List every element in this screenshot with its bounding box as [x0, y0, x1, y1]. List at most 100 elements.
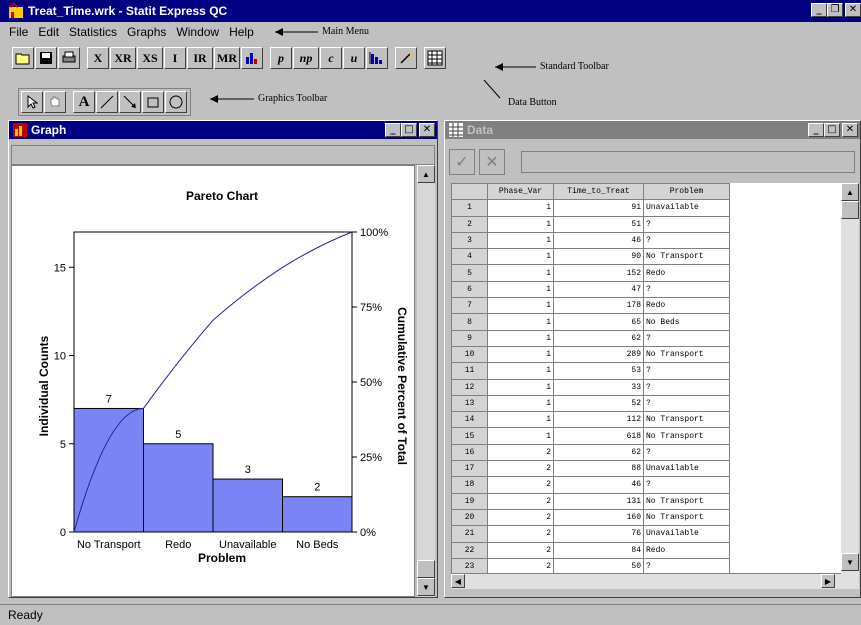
table-cell[interactable]: 46 [553, 476, 644, 494]
table-cell[interactable]: 51 [553, 215, 644, 233]
close-button[interactable]: ✕ [845, 3, 861, 17]
data-scroll-left-button[interactable]: ◀ [451, 574, 465, 588]
table-cell[interactable]: 1 [487, 345, 554, 364]
menu-graphs[interactable]: Graphs [122, 25, 171, 39]
table-cell[interactable]: Unavailable [643, 199, 730, 217]
accept-edit-button[interactable]: ✓ [449, 149, 475, 175]
c-chart-button[interactable]: c [320, 47, 342, 69]
table-cell[interactable]: 1 [487, 280, 554, 299]
histogram-button[interactable] [241, 47, 263, 69]
table-cell[interactable]: 1 [487, 297, 554, 315]
table-cell[interactable]: 131 [553, 492, 644, 510]
data-window-titlebar[interactable]: Data _ □ ✕ [445, 121, 860, 139]
data-scroll-up-button[interactable]: ▲ [841, 183, 859, 201]
table-cell[interactable]: 76 [553, 525, 644, 543]
scroll-thumb[interactable] [417, 560, 435, 578]
column-header[interactable]: Time_to_Treat [553, 183, 644, 201]
table-cell[interactable]: No Beds [643, 313, 730, 331]
table-cell[interactable]: Unavailable [643, 460, 730, 478]
table-cell[interactable]: 62 [553, 443, 644, 462]
graph-vertical-scrollbar[interactable]: ▲ ▼ [417, 165, 435, 597]
table-cell[interactable]: 1 [487, 264, 554, 282]
pareto-button[interactable] [366, 47, 388, 69]
table-cell[interactable]: 1 [487, 231, 554, 250]
table-cell[interactable]: 1 [487, 199, 554, 217]
data-scroll-down-button[interactable]: ▼ [841, 553, 859, 571]
table-cell[interactable]: 1 [487, 215, 554, 233]
open-button[interactable] [12, 47, 34, 69]
table-cell[interactable]: No Transport [643, 411, 730, 429]
table-cell[interactable]: 90 [553, 248, 644, 266]
data-horizontal-scrollbar[interactable]: ◀ ▶ [451, 573, 841, 589]
table-cell[interactable]: 65 [553, 313, 644, 331]
table-cell[interactable]: 1 [487, 248, 554, 266]
menu-window[interactable]: Window [171, 25, 224, 39]
table-cell[interactable]: 2 [487, 460, 554, 478]
data-minimize-button[interactable]: _ [808, 123, 824, 137]
table-cell[interactable]: 1 [487, 329, 554, 347]
table-cell[interactable]: 112 [553, 411, 644, 429]
table-cell[interactable]: 2 [487, 508, 554, 527]
graph-canvas[interactable]: Pareto Chart Problem Individual Counts C… [11, 165, 415, 597]
cancel-edit-button[interactable]: ✕ [479, 149, 505, 175]
graph-maximize-button[interactable]: □ [401, 123, 417, 137]
table-cell[interactable]: 618 [553, 427, 644, 445]
table-cell[interactable]: 2 [487, 476, 554, 494]
table-cell[interactable]: 88 [553, 460, 644, 478]
data-scroll-right-button[interactable]: ▶ [821, 574, 835, 588]
table-cell[interactable]: 52 [553, 394, 644, 413]
table-cell[interactable]: 1 [487, 378, 554, 396]
table-cell[interactable]: 84 [553, 541, 644, 559]
column-header[interactable]: Phase_Var [487, 183, 554, 201]
menu-edit[interactable]: Edit [33, 25, 64, 39]
mr-chart-button[interactable]: MR [214, 47, 240, 69]
minimize-button[interactable]: _ [811, 3, 827, 17]
table-cell[interactable]: 1 [487, 427, 554, 445]
table-cell[interactable]: No Transport [643, 427, 730, 445]
text-tool-button[interactable]: A [73, 91, 95, 113]
table-cell[interactable]: ? [643, 329, 730, 347]
table-cell[interactable]: 33 [553, 378, 644, 396]
restore-button[interactable]: ❐ [827, 3, 843, 17]
table-cell[interactable]: No Transport [643, 345, 730, 364]
pointer-tool-button[interactable] [21, 91, 43, 113]
table-cell[interactable]: 160 [553, 508, 644, 527]
menu-file[interactable]: File [4, 25, 33, 39]
table-cell[interactable]: 1 [487, 313, 554, 331]
table-cell[interactable]: ? [643, 476, 730, 494]
p-chart-button[interactable]: p [270, 47, 292, 69]
table-cell[interactable]: ? [643, 362, 730, 380]
table-cell[interactable]: 2 [487, 492, 554, 510]
table-cell[interactable]: 2 [487, 541, 554, 559]
table-cell[interactable]: 289 [553, 345, 644, 364]
table-cell[interactable]: Redo [643, 541, 730, 559]
scroll-up-button[interactable]: ▲ [417, 165, 435, 183]
np-chart-button[interactable]: np [293, 47, 319, 69]
table-cell[interactable]: 46 [553, 231, 644, 250]
arrow-tool-button[interactable] [119, 91, 141, 113]
table-cell[interactable]: 1 [487, 394, 554, 413]
ir-chart-button[interactable]: IR [187, 47, 213, 69]
table-cell[interactable]: No Transport [643, 508, 730, 527]
table-cell[interactable]: ? [643, 394, 730, 413]
scroll-down-button[interactable]: ▼ [417, 578, 435, 596]
individuals-chart-button[interactable]: I [164, 47, 186, 69]
wizard-button[interactable] [395, 47, 417, 69]
table-cell[interactable]: Redo [643, 297, 730, 315]
xbar-s-chart-button[interactable]: XS [137, 47, 163, 69]
ellipse-tool-button[interactable] [165, 91, 187, 113]
table-cell[interactable]: 178 [553, 297, 644, 315]
menu-help[interactable]: Help [224, 25, 259, 39]
graph-close-button[interactable]: ✕ [419, 123, 435, 137]
u-chart-button[interactable]: u [343, 47, 365, 69]
title-bar[interactable]: Treat_Time.wrk - Statit Express QC _ ❐ ✕ [0, 0, 861, 22]
table-cell[interactable]: ? [643, 215, 730, 233]
table-cell[interactable]: No Transport [643, 492, 730, 510]
xbar-r-chart-button[interactable]: XR [110, 47, 136, 69]
data-button[interactable] [424, 47, 446, 69]
data-scroll-thumb[interactable] [841, 201, 859, 219]
table-cell[interactable]: Unavailable [643, 525, 730, 543]
line-tool-button[interactable] [96, 91, 118, 113]
data-close-button[interactable]: ✕ [842, 123, 858, 137]
table-cell[interactable]: 1 [487, 411, 554, 429]
